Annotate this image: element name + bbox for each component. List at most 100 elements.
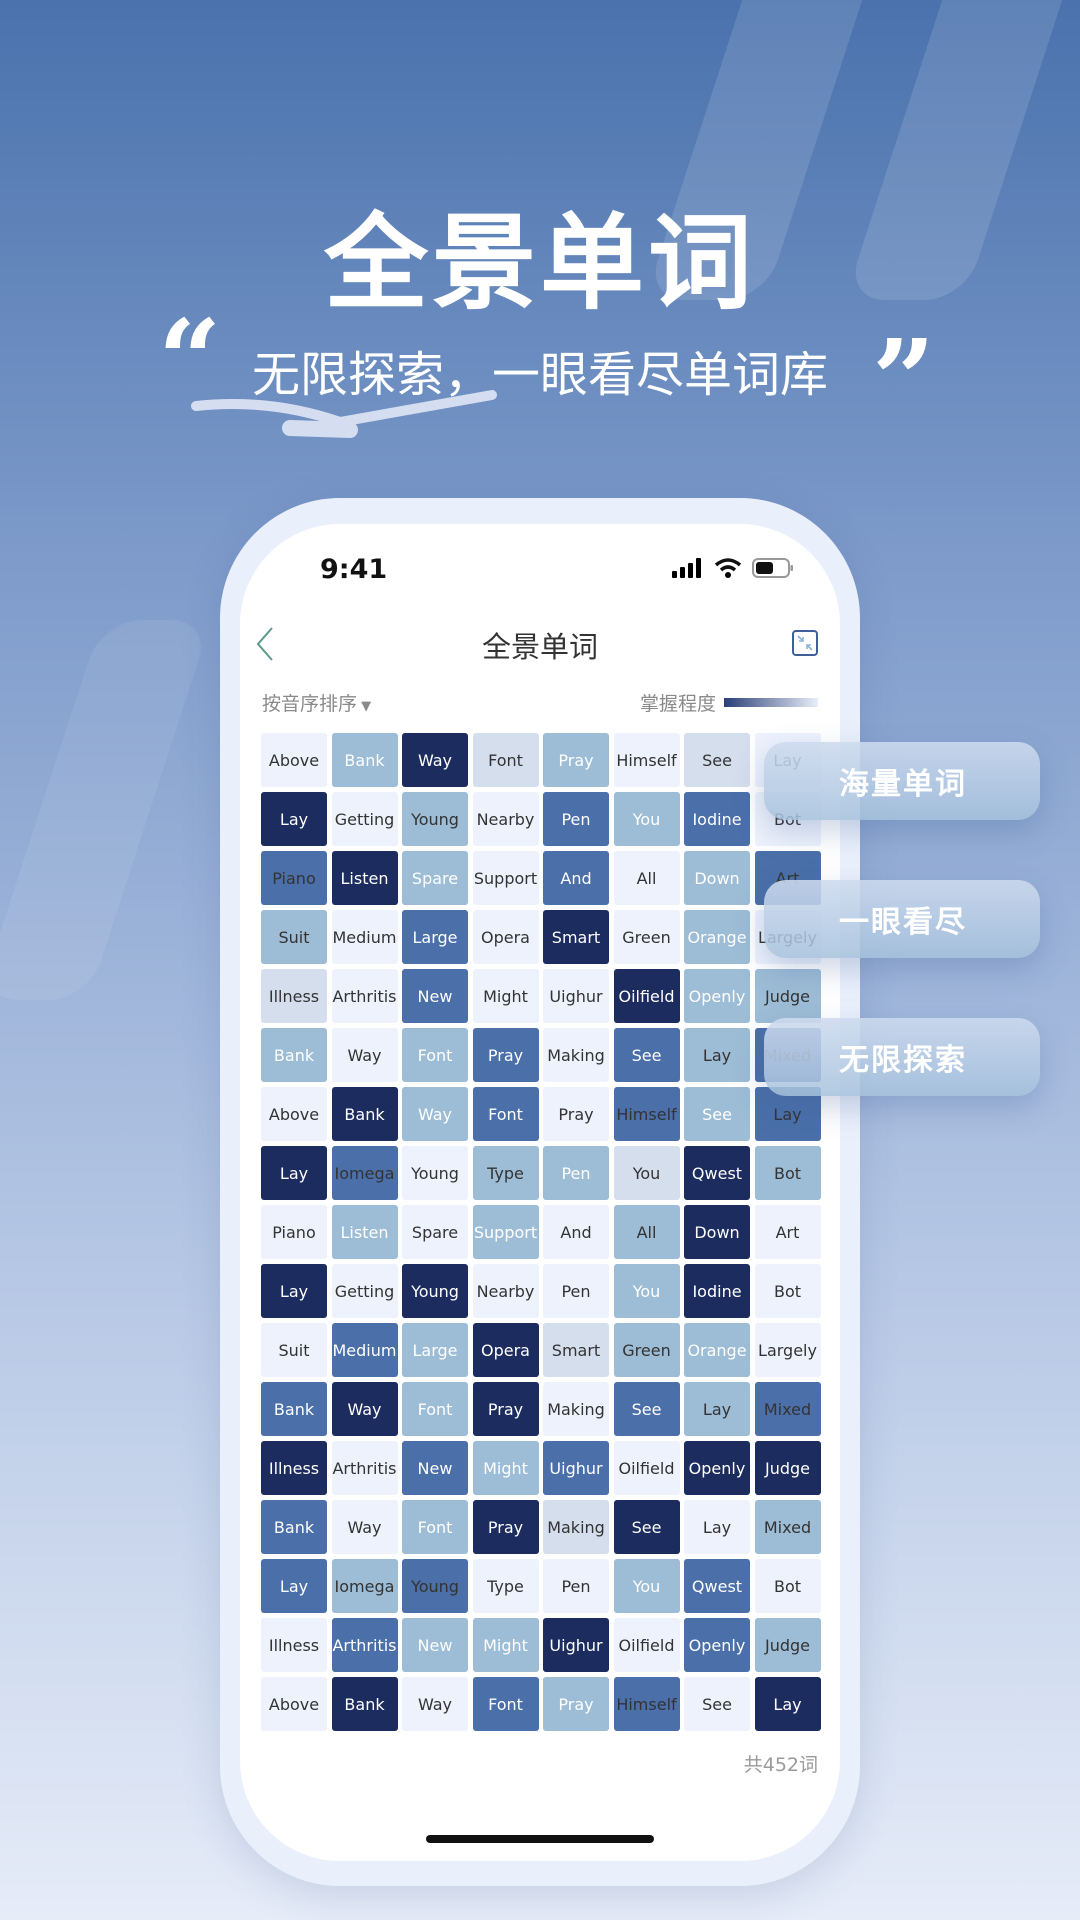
word-cell[interactable]: Pray: [472, 1500, 539, 1554]
word-cell[interactable]: Young: [402, 1264, 468, 1318]
word-cell[interactable]: Orange: [684, 910, 750, 964]
word-cell[interactable]: Bank: [331, 1087, 398, 1141]
word-cell[interactable]: Getting: [331, 1264, 398, 1318]
word-cell[interactable]: Orange: [684, 1323, 750, 1377]
word-cell[interactable]: New: [402, 969, 468, 1023]
word-cell[interactable]: Way: [331, 1500, 398, 1554]
word-cell[interactable]: Green: [613, 1323, 680, 1377]
word-cell[interactable]: Lay: [261, 1146, 327, 1200]
word-cell[interactable]: Spare: [402, 851, 468, 905]
word-cell[interactable]: Medium: [331, 910, 398, 964]
word-cell[interactable]: Suit: [261, 910, 327, 964]
word-cell[interactable]: Piano: [261, 851, 327, 905]
word-cell[interactable]: Judge: [754, 1618, 821, 1672]
word-cell[interactable]: Opera: [472, 910, 539, 964]
word-cell[interactable]: Above: [261, 1677, 327, 1731]
word-cell[interactable]: Down: [684, 851, 750, 905]
word-cell[interactable]: Might: [472, 969, 539, 1023]
word-cell[interactable]: Pen: [543, 1146, 609, 1200]
word-cell[interactable]: All: [613, 1205, 680, 1259]
word-cell[interactable]: Iomega: [331, 1559, 398, 1613]
word-cell[interactable]: Smart: [543, 910, 609, 964]
word-cell[interactable]: Bank: [261, 1382, 327, 1436]
word-cell[interactable]: Pray: [543, 1087, 609, 1141]
word-cell[interactable]: Pray: [472, 1028, 539, 1082]
word-cell[interactable]: Making: [543, 1500, 609, 1554]
home-indicator[interactable]: [426, 1835, 654, 1843]
word-cell[interactable]: Down: [684, 1205, 750, 1259]
word-cell[interactable]: Way: [402, 1677, 468, 1731]
word-cell[interactable]: Art: [754, 1205, 821, 1259]
word-cell[interactable]: Lay: [261, 792, 327, 846]
word-cell[interactable]: See: [613, 1382, 680, 1436]
word-cell[interactable]: Medium: [331, 1323, 398, 1377]
word-cell[interactable]: Pen: [543, 1559, 609, 1613]
word-cell[interactable]: Font: [402, 1500, 468, 1554]
word-cell[interactable]: Lay: [261, 1264, 327, 1318]
collapse-icon[interactable]: [792, 630, 818, 656]
word-cell[interactable]: Nearby: [472, 1264, 539, 1318]
word-cell[interactable]: Arthritis: [331, 1618, 398, 1672]
word-cell[interactable]: And: [543, 851, 609, 905]
word-cell[interactable]: Might: [472, 1618, 539, 1672]
word-cell[interactable]: Listen: [331, 851, 398, 905]
word-cell[interactable]: See: [613, 1500, 680, 1554]
word-cell[interactable]: All: [613, 851, 680, 905]
word-cell[interactable]: Uighur: [543, 1618, 609, 1672]
word-cell[interactable]: Himself: [613, 1087, 680, 1141]
word-cell[interactable]: Pen: [543, 1264, 609, 1318]
word-cell[interactable]: Above: [261, 733, 327, 787]
word-cell[interactable]: Arthritis: [331, 1441, 398, 1495]
word-cell[interactable]: Young: [402, 1146, 468, 1200]
word-cell[interactable]: Getting: [331, 792, 398, 846]
word-cell[interactable]: Pray: [472, 1382, 539, 1436]
word-cell[interactable]: And: [543, 1205, 609, 1259]
word-cell[interactable]: Support: [472, 851, 539, 905]
word-cell[interactable]: Qwest: [684, 1559, 750, 1613]
word-cell[interactable]: Oilfield: [613, 969, 680, 1023]
sort-dropdown[interactable]: 按音序排序 ▼: [262, 689, 371, 716]
word-cell[interactable]: Iomega: [331, 1146, 398, 1200]
word-cell[interactable]: Uighur: [543, 969, 609, 1023]
word-cell[interactable]: See: [684, 733, 750, 787]
word-cell[interactable]: See: [684, 1087, 750, 1141]
word-cell[interactable]: Iodine: [684, 792, 750, 846]
word-cell[interactable]: Bank: [261, 1500, 327, 1554]
word-cell[interactable]: Support: [472, 1205, 539, 1259]
word-cell[interactable]: Openly: [684, 1618, 750, 1672]
word-cell[interactable]: Bot: [754, 1264, 821, 1318]
word-cell[interactable]: See: [684, 1677, 750, 1731]
word-cell[interactable]: Way: [331, 1028, 398, 1082]
word-cell[interactable]: Type: [472, 1559, 539, 1613]
word-cell[interactable]: Font: [402, 1028, 468, 1082]
word-cell[interactable]: Young: [402, 792, 468, 846]
word-cell[interactable]: Opera: [472, 1323, 539, 1377]
word-cell[interactable]: Font: [472, 1087, 539, 1141]
word-cell[interactable]: You: [613, 1264, 680, 1318]
word-cell[interactable]: Himself: [613, 1677, 680, 1731]
word-cell[interactable]: Bank: [261, 1028, 327, 1082]
word-cell[interactable]: You: [613, 792, 680, 846]
word-cell[interactable]: Illness: [261, 1441, 327, 1495]
word-cell[interactable]: Pray: [543, 1677, 609, 1731]
word-cell[interactable]: Illness: [261, 1618, 327, 1672]
word-cell[interactable]: Green: [613, 910, 680, 964]
word-cell[interactable]: Qwest: [684, 1146, 750, 1200]
word-cell[interactable]: Bot: [754, 1146, 821, 1200]
word-cell[interactable]: Illness: [261, 969, 327, 1023]
word-cell[interactable]: Making: [543, 1028, 609, 1082]
word-cell[interactable]: Oilfield: [613, 1618, 680, 1672]
word-cell[interactable]: Font: [472, 1677, 539, 1731]
word-cell[interactable]: See: [613, 1028, 680, 1082]
word-cell[interactable]: Type: [472, 1146, 539, 1200]
word-cell[interactable]: Way: [402, 1087, 468, 1141]
word-cell[interactable]: Uighur: [543, 1441, 609, 1495]
word-cell[interactable]: Bank: [331, 733, 398, 787]
word-cell[interactable]: Suit: [261, 1323, 327, 1377]
word-cell[interactable]: Lay: [684, 1382, 750, 1436]
word-cell[interactable]: New: [402, 1441, 468, 1495]
word-cell[interactable]: Judge: [754, 1441, 821, 1495]
word-cell[interactable]: Lay: [684, 1500, 750, 1554]
word-cell[interactable]: Large: [402, 910, 468, 964]
word-cell[interactable]: Lay: [261, 1559, 327, 1613]
